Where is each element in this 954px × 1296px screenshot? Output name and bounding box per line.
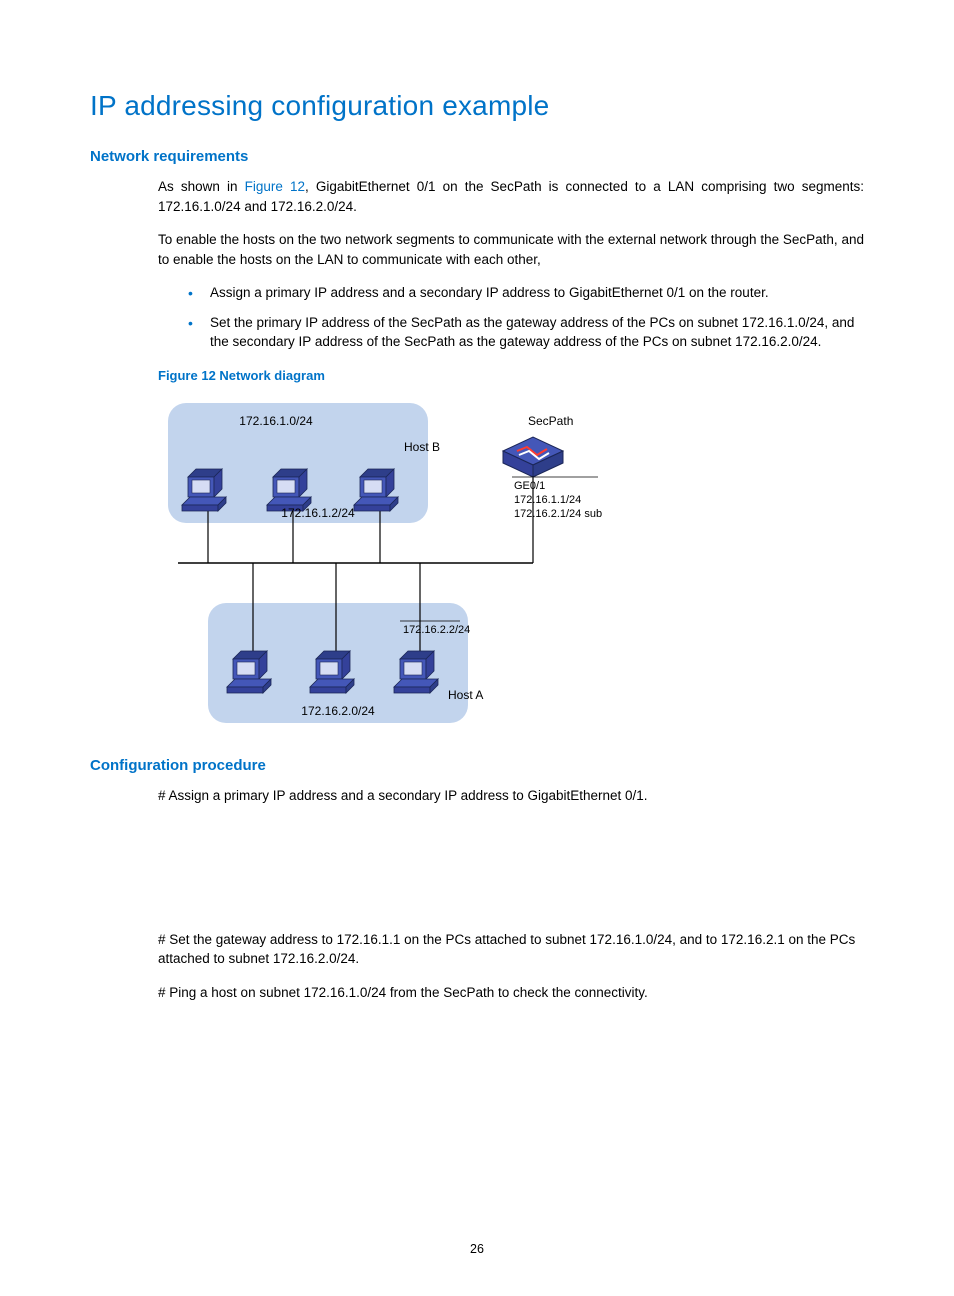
list-item: Assign a primary IP address and a second… [188, 283, 864, 303]
network-diagram: 172.16.1.0/24 Host B 172.16.1.2/24 SecPa… [158, 393, 864, 733]
label-subnet2: 172.16.2.0/24 [301, 704, 375, 718]
label-host-a: Host A [448, 688, 483, 702]
requirements-body: As shown in Figure 12, GigabitEthernet 0… [158, 177, 864, 352]
router-icon [503, 437, 563, 477]
requirements-para-1: As shown in Figure 12, GigabitEthernet 0… [158, 177, 864, 216]
section-heading-requirements: Network requirements [90, 148, 864, 165]
label-ip-a: 172.16.2.2/24 [403, 624, 470, 636]
blank-space [158, 820, 864, 930]
document-page: IP addressing configuration example Netw… [0, 0, 954, 1296]
procedure-step-1: # Assign a primary IP address and a seco… [158, 786, 864, 806]
procedure-step-3: # Ping a host on subnet 172.16.1.0/24 fr… [158, 983, 864, 1003]
page-title: IP addressing configuration example [90, 90, 864, 122]
procedure-body: # Assign a primary IP address and a seco… [158, 786, 864, 1002]
label-subnet1: 172.16.1.0/24 [239, 414, 313, 428]
page-number: 26 [0, 1242, 954, 1256]
label-ip-b: 172.16.1.2/24 [281, 506, 355, 520]
label-host-b: Host B [404, 440, 440, 454]
label-secpath: SecPath [528, 414, 573, 428]
section-heading-procedure: Configuration procedure [90, 757, 864, 774]
procedure-step-2: # Set the gateway address to 172.16.1.1 … [158, 930, 864, 969]
label-ge: GE0/1 [514, 480, 545, 492]
requirements-para-2: To enable the hosts on the two network s… [158, 230, 864, 269]
figure-caption: Figure 12 Network diagram [158, 368, 864, 383]
label-ip2: 172.16.2.1/24 sub [514, 508, 602, 520]
requirements-bullets: Assign a primary IP address and a second… [188, 283, 864, 352]
list-item: Set the primary IP address of the SecPat… [188, 313, 864, 352]
label-ip1: 172.16.1.1/24 [514, 494, 581, 506]
diagram-svg: 172.16.1.0/24 Host B 172.16.1.2/24 SecPa… [158, 393, 638, 733]
figure-ref-link[interactable]: Figure 12 [245, 179, 305, 194]
text-span: As shown in [158, 179, 245, 194]
